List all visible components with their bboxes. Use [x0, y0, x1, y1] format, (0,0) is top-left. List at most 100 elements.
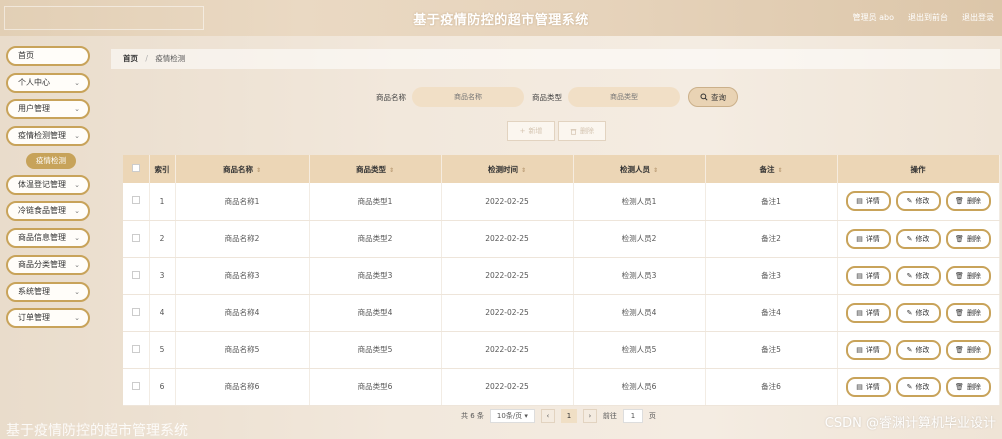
row-select-cell: [123, 220, 150, 258]
sidebar-subitem-epidemic-check[interactable]: 疫情检测: [26, 152, 76, 169]
chevron-down-icon: ⌄: [74, 260, 80, 269]
page-size-select[interactable]: 10条/页 ▾: [489, 409, 535, 423]
sort-icon: ⇕: [255, 166, 262, 174]
detail-button[interactable]: ▤ 详情: [845, 228, 891, 249]
row-checkbox[interactable]: [131, 344, 140, 353]
col-index: 索引: [149, 155, 176, 183]
sidebar-item[interactable]: 系统管理 ⌄: [6, 281, 90, 302]
delete-button[interactable]: 🗑 删除: [945, 265, 991, 286]
cell-index: 5: [149, 331, 176, 369]
batch-delete-button[interactable]: 删除: [558, 121, 606, 141]
row-checkbox[interactable]: [131, 381, 140, 390]
chevron-down-icon: ⌄: [74, 287, 80, 296]
delete-button[interactable]: 🗑 删除: [945, 302, 991, 323]
pencil-icon: ✎: [906, 345, 913, 354]
cell-check-time: 2022-02-25: [441, 183, 574, 221]
row-checkbox[interactable]: [131, 270, 140, 279]
add-button[interactable]: + 新增: [507, 121, 555, 141]
col-operations: 操作: [837, 155, 1000, 183]
edit-button-label: 修改: [915, 234, 930, 243]
breadcrumb-separator: /: [145, 54, 148, 63]
search-icon: [700, 93, 708, 101]
detail-button[interactable]: ▤ 详情: [845, 339, 891, 360]
cell-operations: ▤ 详情 ✎ 修改 🗑 删除: [837, 368, 1000, 406]
detail-button[interactable]: ▤ 详情: [845, 376, 891, 397]
sidebar-item-label: 商品信息管理: [18, 233, 66, 243]
cell-note: 备注3: [705, 257, 838, 295]
edit-button[interactable]: ✎ 修改: [895, 302, 941, 323]
edit-button[interactable]: ✎ 修改: [895, 191, 941, 212]
batch-delete-label: 删除: [580, 127, 594, 135]
col-product-name[interactable]: 商品名称 ⇕: [175, 155, 310, 183]
query-button[interactable]: 查询: [688, 87, 738, 107]
cell-product-type: 商品类型4: [309, 294, 442, 332]
cell-inspector: 检测人员1: [573, 183, 706, 221]
next-page-button[interactable]: ›: [582, 409, 597, 423]
cell-index: 2: [149, 220, 176, 258]
breadcrumb-home[interactable]: 首页: [123, 54, 138, 63]
sidebar-item[interactable]: 商品信息管理 ⌄: [6, 228, 90, 249]
pencil-icon: ✎: [906, 271, 913, 280]
row-select-cell: [123, 368, 150, 406]
cell-inspector: 检测人员6: [573, 368, 706, 406]
edit-button-label: 修改: [915, 197, 930, 206]
csdn-watermark: CSDN @睿渊计算机毕业设计: [824, 416, 996, 431]
sidebar-item-label: 冷链食品管理: [18, 206, 66, 216]
delete-button[interactable]: 🗑 删除: [945, 228, 991, 249]
detail-button[interactable]: ▤ 详情: [845, 265, 891, 286]
chevron-down-icon: ⌄: [74, 234, 80, 243]
delete-button[interactable]: 🗑 删除: [945, 339, 991, 360]
cell-note: 备注1: [705, 183, 838, 221]
detail-button-label: 详情: [865, 308, 880, 317]
row-select-cell: [123, 331, 150, 369]
query-button-label: 查询: [711, 92, 726, 102]
page-size-value: 10条/页: [496, 412, 523, 420]
goto-page-input[interactable]: 1: [622, 409, 643, 423]
chevron-down-icon: ⌄: [74, 180, 80, 189]
sidebar-item[interactable]: 首页: [6, 46, 90, 66]
col-product-type[interactable]: 商品类型 ⇕: [309, 155, 442, 183]
col-check-time[interactable]: 检测时间 ⇕: [441, 155, 574, 183]
sidebar-item[interactable]: 商品分类管理 ⌄: [6, 254, 90, 275]
col-note[interactable]: 备注 ⇕: [705, 155, 838, 183]
sidebar-item-label: 系统管理: [18, 286, 50, 296]
cell-operations: ▤ 详情 ✎ 修改 🗑 删除: [837, 183, 1000, 221]
sidebar-item[interactable]: 冷链食品管理 ⌄: [6, 201, 90, 222]
cell-inspector: 检测人员3: [573, 257, 706, 295]
document-icon: ▤: [856, 345, 863, 354]
product-type-input[interactable]: [568, 87, 680, 107]
sidebar-item-label: 商品分类管理: [18, 259, 66, 269]
back-to-frontend-link[interactable]: 退出到前台: [908, 12, 948, 23]
delete-button-label: 删除: [966, 382, 981, 391]
row-checkbox[interactable]: [131, 233, 140, 242]
detail-button[interactable]: ▤ 详情: [845, 191, 891, 212]
edit-button-label: 修改: [915, 345, 930, 354]
table-row: 4 商品名称4 商品类型4 2022-02-25 检测人员4 备注4 ▤ 详情 ✎ 修改 🗑 删除: [123, 294, 1000, 332]
pencil-icon: ✎: [906, 234, 913, 243]
select-all-checkbox[interactable]: [131, 164, 140, 172]
current-page-number[interactable]: 1: [560, 409, 577, 423]
detail-button[interactable]: ▤ 详情: [845, 302, 891, 323]
table-row: 2 商品名称2 商品类型2 2022-02-25 检测人员2 备注2 ▤ 详情 ✎ 修改 🗑 删除: [123, 220, 1000, 258]
edit-button[interactable]: ✎ 修改: [895, 228, 941, 249]
col-inspector[interactable]: 检测人员 ⇕: [573, 155, 706, 183]
sidebar-item[interactable]: 体温登记管理 ⌄: [6, 174, 90, 195]
sidebar-item[interactable]: 疫情检测管理 ⌄: [6, 126, 90, 147]
delete-button[interactable]: 🗑 删除: [945, 191, 991, 212]
edit-button[interactable]: ✎ 修改: [895, 265, 941, 286]
prev-page-button[interactable]: ‹: [540, 409, 555, 423]
product-name-input[interactable]: [412, 87, 524, 107]
sidebar-item[interactable]: 订单管理 ⌄: [6, 308, 90, 329]
cell-operations: ▤ 详情 ✎ 修改 🗑 删除: [837, 331, 1000, 369]
logout-link[interactable]: 退出登录: [962, 12, 994, 23]
edit-button[interactable]: ✎ 修改: [895, 339, 941, 360]
delete-button[interactable]: 🗑 删除: [945, 376, 991, 397]
cell-product-type: 商品类型3: [309, 257, 442, 295]
sidebar-item[interactable]: 用户管理 ⌄: [6, 99, 90, 120]
current-user-label[interactable]: 管理员 abo: [853, 12, 894, 23]
row-checkbox[interactable]: [131, 196, 140, 205]
sidebar-item[interactable]: 个人中心 ⌄: [6, 72, 90, 93]
edit-button[interactable]: ✎ 修改: [895, 376, 941, 397]
row-checkbox[interactable]: [131, 307, 140, 316]
trash-icon: 🗑: [955, 197, 964, 206]
